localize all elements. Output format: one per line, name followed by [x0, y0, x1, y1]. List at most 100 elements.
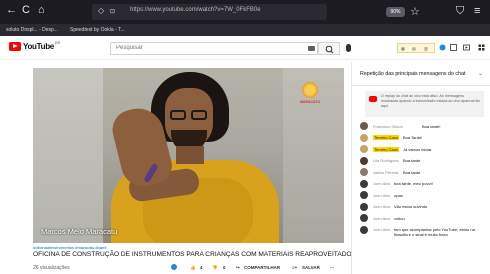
- glasses: [191, 110, 207, 120]
- save-button[interactable]: SALVAR: [302, 265, 320, 270]
- presenter-name-overlay: Marcos Melo Maracatu: [41, 227, 118, 236]
- url-text[interactable]: https://www.youtube.com/watch?v=7W_0FkFB…: [130, 7, 261, 13]
- search-box[interactable]: [110, 42, 318, 55]
- chat-message-text: tem que acompanhar pelo YouTube, estou n…: [394, 227, 475, 237]
- more-actions-button[interactable]: ···: [330, 265, 335, 270]
- bookmark-item[interactable]: Speedtest by Ookla - T...: [70, 27, 125, 33]
- save-icon[interactable]: ≡+: [292, 265, 297, 270]
- avatar[interactable]: [360, 225, 368, 234]
- chat-message[interactable]: Terreiro Carci Já vamos iniciar: [360, 145, 488, 154]
- url-bar[interactable]: ◇ ⊡ https://www.youtube.com/watch?v=7W_0…: [92, 4, 327, 20]
- share-icon[interactable]: ↪: [236, 265, 240, 271]
- glasses: [170, 110, 186, 120]
- extension-toolbar[interactable]: ▦ ▤ ▥: [397, 43, 435, 53]
- chat-mode-label[interactable]: Repetição das principais mensagens do ch…: [360, 71, 465, 77]
- channel-watermark: MARACATU: [293, 82, 327, 112]
- browser-toolbar: ← C ⌂ ◇ ⊡ https://www.youtube.com/watch?…: [0, 0, 490, 24]
- search-icon: [325, 45, 334, 54]
- chat-replay-notice: O replay do chat ao vivo está ativo. As …: [365, 91, 484, 117]
- avatar[interactable]: [360, 191, 368, 199]
- chat-message[interactable]: Lila Rodrigues Boa tarde: [360, 156, 488, 166]
- channel-avatar-icon[interactable]: [171, 264, 177, 270]
- chat-message-text: voltou: [394, 215, 405, 221]
- lock-icon[interactable]: ⊡: [110, 8, 115, 15]
- chat-message-text: Boa Tarde!: [403, 135, 423, 140]
- view-count: 26 visualizações: [33, 265, 70, 271]
- video-player[interactable]: MARACATU Marcos Melo Maracatu: [33, 68, 344, 243]
- like-icon[interactable]: 👍: [190, 265, 196, 271]
- bookmark-item[interactable]: soluto Dospl... - Desp...: [6, 27, 58, 33]
- chat-message-text: opao: [394, 192, 403, 198]
- video-icon[interactable]: [463, 44, 470, 51]
- dislike-count: 0: [223, 265, 226, 270]
- live-chat-panel: Repetição das principais mensagens do ch…: [351, 62, 490, 274]
- menu-icon[interactable]: ≡: [474, 5, 480, 17]
- chat-message[interactable]: Jakiss Pereira Boa tarde: [360, 168, 488, 177]
- share-button[interactable]: COMPARTILHAR: [244, 265, 280, 270]
- dislike-icon[interactable]: 👎: [212, 265, 218, 271]
- chat-message[interactable]: Joen Alvs Vão estou ouvindo: [360, 202, 488, 212]
- keyboard-icon[interactable]: [308, 46, 315, 51]
- chat-author[interactable]: Joen Alvs: [373, 216, 390, 221]
- extension-icon[interactable]: ▦: [401, 46, 405, 51]
- avatar[interactable]: [360, 122, 368, 130]
- sun-logo-icon: [302, 82, 318, 98]
- youtube-region: BR: [55, 40, 61, 45]
- chat-message[interactable]: Joen Alvs opao: [360, 191, 488, 200]
- bookmarks-bar: soluto Dospl... - Desp... Speedtest by O…: [0, 24, 490, 36]
- chat-author[interactable]: Joen Alvs: [373, 204, 390, 209]
- zoom-level[interactable]: 90%: [386, 7, 405, 17]
- chat-message-text: boa tarde, meu povo!!: [394, 181, 433, 186]
- back-icon[interactable]: ←: [6, 4, 17, 16]
- youtube-play-icon: [369, 96, 377, 102]
- chat-message-text: Vão estou ouvindo: [394, 204, 428, 209]
- shield-icon[interactable]: ◇: [98, 6, 104, 15]
- youtube-header: YouTube BR ▦ ▤ ▥: [0, 36, 490, 60]
- youtube-logo-icon[interactable]: [9, 42, 21, 51]
- bookmark-star-icon[interactable]: ☆: [410, 5, 420, 18]
- create-icon[interactable]: [439, 44, 446, 51]
- chat-author[interactable]: Terreiro Carci: [373, 135, 400, 140]
- home-icon[interactable]: ⌂: [38, 4, 45, 16]
- chat-message[interactable]: Joen Alvs voltou: [360, 214, 488, 223]
- microphone-icon[interactable]: [346, 44, 351, 52]
- grid-apps-icon[interactable]: [478, 44, 485, 51]
- chat-author[interactable]: Joen Alvs: [373, 193, 390, 198]
- chevron-down-icon[interactable]: ⌄: [478, 70, 483, 77]
- chat-author[interactable]: Francisco Gilson: [373, 124, 403, 129]
- chat-message-text: Boa tarde!: [422, 123, 441, 129]
- watermark-text: MARACATU: [300, 100, 320, 104]
- chat-message[interactable]: Joen Alvs boa tarde, meu povo!!: [360, 179, 488, 189]
- avatar[interactable]: [360, 133, 368, 142]
- apps-icon[interactable]: [450, 44, 457, 51]
- chat-author[interactable]: Terreiro Carci: [373, 146, 400, 152]
- chat-author[interactable]: Joen Alvs: [373, 227, 390, 232]
- replay-notice-text: O replay do chat ao vivo está ativo. As …: [381, 94, 480, 108]
- video-hashtags[interactable]: #oficinadeinstrumentos #maracatu #barril: [33, 245, 106, 250]
- avatar[interactable]: [360, 214, 368, 222]
- avatar[interactable]: [360, 168, 368, 176]
- video-title: OFICINA DE CONSTRUÇÃO DE INSTRUMENTOS PA…: [33, 251, 357, 258]
- chat-message[interactable]: Joen Alvs tem que acompanhar pelo YouTube…: [360, 225, 488, 237]
- search-input[interactable]: [116, 45, 286, 51]
- chat-author[interactable]: Joen Alvs: [373, 181, 390, 186]
- extension-icon[interactable]: ▤: [412, 46, 416, 51]
- chat-author[interactable]: Lila Rodrigues: [373, 158, 399, 163]
- avatar[interactable]: [360, 202, 368, 211]
- chat-author[interactable]: Jakiss Pereira: [373, 170, 398, 175]
- avatar[interactable]: [360, 179, 368, 188]
- reload-icon[interactable]: C: [22, 4, 30, 16]
- chat-message-text: Já vamos iniciar: [403, 146, 432, 152]
- chat-message[interactable]: Francisco Gilson Boa tarde!: [360, 122, 488, 131]
- like-count: 4: [200, 265, 203, 270]
- avatar[interactable]: [360, 145, 368, 153]
- chat-message-text: Boa tarde: [403, 169, 421, 175]
- chat-message-text: Boa tarde: [403, 158, 421, 163]
- chat-message[interactable]: Terreiro Carci Boa Tarde!: [360, 133, 488, 143]
- avatar[interactable]: [360, 156, 368, 165]
- youtube-logo-text[interactable]: YouTube: [23, 42, 54, 51]
- search-button[interactable]: [318, 42, 340, 55]
- extensions-icon[interactable]: ⛉: [456, 5, 464, 18]
- extension-icon[interactable]: ▥: [424, 46, 428, 51]
- chat-header[interactable]: Repetição das principais mensagens do ch…: [352, 62, 490, 86]
